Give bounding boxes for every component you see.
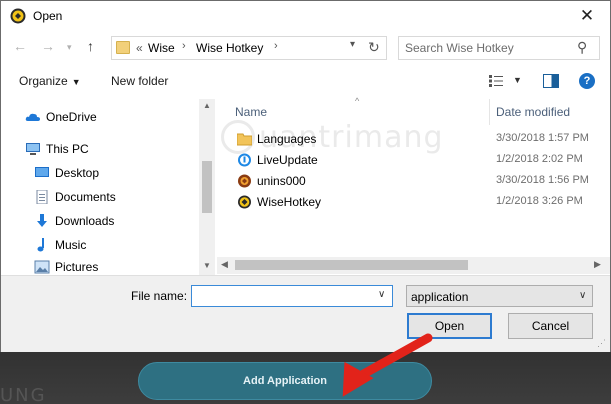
red-arrow-icon	[342, 333, 433, 397]
nav-item-label: Downloads	[55, 214, 115, 228]
file-name: unins000	[257, 174, 306, 188]
dialog-footer: File name: ∨ application ∨ Open Cancel ⋰	[1, 275, 610, 352]
nav-item-downloads[interactable]: Downloads	[34, 210, 114, 232]
file-name-label: File name:	[131, 289, 188, 303]
chevron-down-icon[interactable]: ▾	[67, 42, 72, 53]
file-name: Languages	[257, 132, 317, 146]
nav-item-pictures[interactable]: Pictures	[34, 258, 98, 276]
file-list-horizontal-scrollbar[interactable]: ◀ ▶	[217, 257, 610, 274]
nav-item-onedrive[interactable]: OneDrive	[25, 106, 97, 128]
file-row[interactable]: unins000 3/30/2018 1:56 PM	[217, 171, 610, 192]
file-type-select[interactable]: application ∨	[406, 285, 593, 307]
title-bar: Open ✕	[1, 1, 610, 32]
chevron-down-icon[interactable]: ∨	[579, 290, 586, 301]
wisehotkey-app-icon	[10, 8, 26, 24]
view-options-icon[interactable]	[489, 75, 503, 87]
nav-item-documents[interactable]: Documents	[34, 186, 116, 208]
nav-item-desktop[interactable]: Desktop	[34, 162, 99, 184]
scrollbar-thumb[interactable]	[202, 161, 212, 213]
pictures-icon	[34, 260, 50, 274]
folder-icon	[237, 133, 252, 146]
file-date: 3/30/2018 1:57 PM	[496, 132, 589, 144]
view-dropdown-icon[interactable]: ▼	[513, 75, 522, 85]
refresh-icon[interactable]: ↻	[368, 39, 380, 56]
column-divider[interactable]	[489, 99, 490, 125]
navigation-bar: ← → ▾ ↑ « Wise › Wise Hotkey › ▾ ↻ ⚲	[1, 33, 610, 63]
scrollbar-thumb[interactable]	[235, 260, 468, 270]
search-box[interactable]: ⚲	[398, 36, 600, 60]
uninstaller-icon	[238, 174, 251, 188]
breadcrumb-overflow[interactable]: «	[136, 41, 143, 55]
open-file-dialog: Open ✕ ← → ▾ ↑ « Wise › Wise Hotkey › ▾ …	[0, 0, 611, 352]
computer-icon	[26, 143, 40, 155]
nav-item-label: This PC	[46, 142, 89, 156]
background-ghost-text: UNG	[0, 385, 47, 404]
nav-item-label: Documents	[55, 190, 116, 204]
organize-label: Organize	[19, 74, 68, 88]
up-arrow-icon[interactable]: ↑	[87, 38, 94, 54]
documents-icon	[36, 190, 48, 204]
file-row[interactable]: WiseHotkey 1/2/2018 3:26 PM	[217, 192, 610, 213]
close-button[interactable]: ✕	[571, 5, 603, 29]
back-arrow-icon[interactable]: ←	[13, 38, 27, 54]
nav-item-label: Pictures	[55, 260, 99, 274]
sort-indicator-icon: ^	[355, 96, 360, 106]
address-dropdown-icon[interactable]: ▾	[350, 39, 355, 50]
file-row[interactable]: Languages 3/30/2018 1:57 PM	[217, 129, 610, 150]
nav-item-label: OneDrive	[46, 110, 97, 124]
breadcrumb-item-wise-hotkey[interactable]: Wise Hotkey	[196, 41, 263, 55]
desktop-icon	[35, 167, 49, 177]
help-icon[interactable]: ?	[579, 73, 595, 89]
nav-item-label: Music	[55, 238, 87, 252]
column-header-name[interactable]: Name	[235, 105, 267, 119]
update-icon	[238, 153, 251, 167]
navigation-pane-scrollbar[interactable]: ▲ ▼	[199, 99, 215, 275]
nav-item-this-pc[interactable]: This PC	[25, 138, 89, 160]
file-list: ^ Name Date modified Languages 3/30/2018…	[217, 96, 610, 275]
column-header-date-modified[interactable]: Date modified	[496, 105, 570, 119]
music-icon	[37, 238, 44, 252]
file-name: WiseHotkey	[257, 195, 322, 209]
download-icon	[37, 214, 47, 227]
nav-item-music[interactable]: Music	[34, 234, 86, 256]
wisehotkey-icon	[238, 195, 251, 209]
file-name: LiveUpdate	[257, 153, 318, 167]
file-name-input[interactable]	[196, 289, 366, 304]
preview-pane-icon[interactable]	[543, 74, 559, 88]
chevron-down-icon[interactable]: ∨	[378, 289, 385, 300]
file-date: 1/2/2018 3:26 PM	[496, 195, 583, 207]
scroll-up-icon[interactable]: ▲	[203, 101, 211, 110]
file-type-value: application	[411, 290, 469, 304]
file-date: 3/30/2018 1:56 PM	[496, 174, 589, 186]
address-bar[interactable]: « Wise › Wise Hotkey › ▾ ↻	[111, 36, 387, 60]
breadcrumb-item-wise[interactable]: Wise	[148, 41, 175, 55]
chevron-right-icon[interactable]: ›	[274, 40, 278, 52]
file-date: 1/2/2018 2:02 PM	[496, 153, 583, 165]
scroll-left-icon[interactable]: ◀	[221, 259, 228, 270]
scroll-down-icon[interactable]: ▼	[203, 261, 211, 270]
folder-icon	[116, 41, 130, 54]
caret-down-icon: ▼	[71, 77, 81, 87]
new-folder-button[interactable]: New folder	[111, 74, 168, 88]
search-input[interactable]	[405, 40, 575, 56]
scroll-right-icon[interactable]: ▶	[594, 259, 601, 270]
dialog-title: Open	[33, 9, 63, 23]
forward-arrow-icon[interactable]: →	[41, 38, 55, 54]
resize-grip-icon[interactable]: ⋰	[597, 338, 606, 349]
file-row[interactable]: LiveUpdate 1/2/2018 2:02 PM	[217, 150, 610, 171]
cloud-icon	[25, 113, 40, 121]
file-name-combobox[interactable]: ∨	[191, 285, 393, 307]
nav-item-label: Desktop	[55, 166, 100, 180]
command-toolbar: Organize ▼ New folder uantrimang ▼ ?	[1, 67, 610, 155]
search-icon[interactable]: ⚲	[577, 39, 587, 56]
chevron-right-icon[interactable]: ›	[182, 40, 186, 52]
navigation-pane: OneDrive This PC Desktop Documents Downl…	[1, 99, 217, 275]
cancel-button[interactable]: Cancel	[508, 313, 593, 339]
organize-button[interactable]: Organize ▼	[19, 74, 81, 88]
